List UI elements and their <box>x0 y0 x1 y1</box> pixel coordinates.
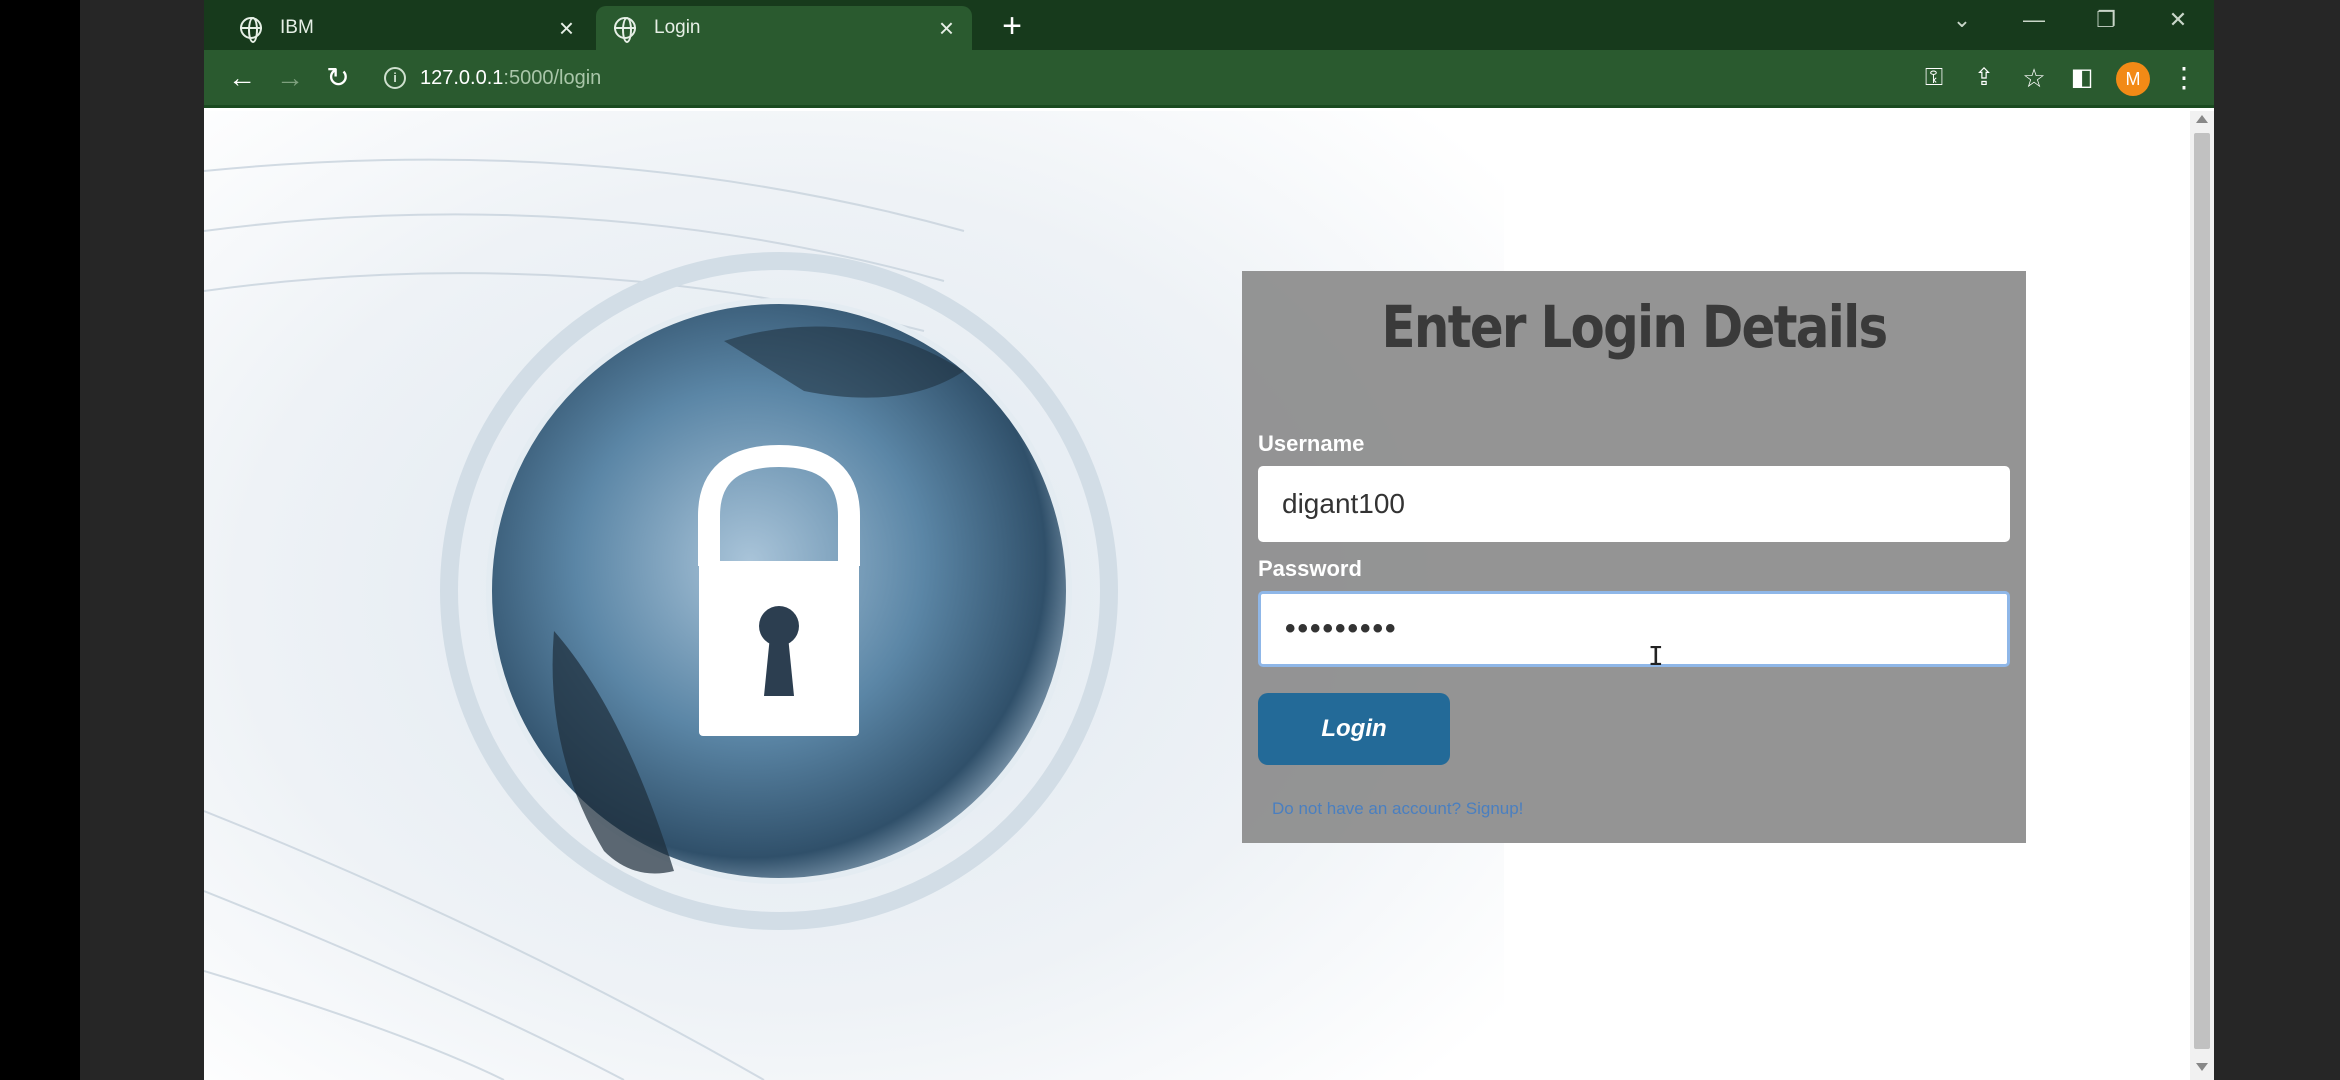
reload-icon[interactable]: ↻ <box>318 58 358 98</box>
username-label: Username <box>1258 431 1365 456</box>
scroll-down-arrow-icon[interactable] <box>2196 1063 2208 1071</box>
globe-icon <box>240 17 262 43</box>
browser-toolbar: ← → ↻ i 127.0.0.1 :5000/login ⚿ ⇪ ☆ ◧ M … <box>204 50 2214 108</box>
minimize-button[interactable]: — <box>2004 0 2064 44</box>
site-info-icon[interactable]: i <box>384 67 406 89</box>
password-label: Password <box>1258 556 1362 581</box>
login-card: Enter Login Details Username digant100 P… <box>1242 271 2026 843</box>
share-icon[interactable]: ⇪ <box>1964 58 2004 98</box>
password-input[interactable]: ••••••••• <box>1258 591 2010 667</box>
tab-login[interactable]: Login × <box>596 6 972 50</box>
address-bar[interactable]: i 127.0.0.1 :5000/login <box>384 58 601 98</box>
close-tab-icon[interactable]: × <box>559 15 574 41</box>
scroll-up-arrow-icon[interactable] <box>2196 115 2208 123</box>
login-page: Enter Login Details Username digant100 P… <box>204 111 2190 1080</box>
bookmark-star-icon[interactable]: ☆ <box>2014 58 2054 98</box>
text-cursor-icon: I <box>1648 642 1664 672</box>
globe-icon <box>614 17 636 43</box>
browser-window: IBM × Login × + ⌄ — ❐ ✕ ← → ↻ i 127.0.0.… <box>204 0 2214 1080</box>
tab-search-icon[interactable]: ⌄ <box>1932 0 1992 44</box>
tab-ibm[interactable]: IBM × <box>222 6 592 50</box>
screen-edge-left <box>0 0 80 1080</box>
vertical-scrollbar[interactable] <box>2190 111 2214 1080</box>
scrollbar-thumb[interactable] <box>2194 133 2210 1049</box>
username-value: digant100 <box>1282 488 1406 519</box>
tab-title: Login <box>654 17 701 38</box>
username-input[interactable]: digant100 <box>1258 466 2010 542</box>
url-host: 127.0.0.1 <box>420 66 504 89</box>
profile-avatar[interactable]: M <box>2116 62 2150 96</box>
forward-arrow-icon[interactable]: → <box>270 58 310 98</box>
signup-link[interactable]: Do not have an account? Signup! <box>1272 799 1523 819</box>
url-path: :5000/login <box>503 66 602 89</box>
close-tab-icon[interactable]: × <box>939 15 954 41</box>
login-title: Enter Login Details <box>1381 293 1889 361</box>
restore-button[interactable]: ❐ <box>2076 0 2136 44</box>
back-arrow-icon[interactable]: ← <box>222 58 262 98</box>
side-panel-icon[interactable]: ◧ <box>2062 58 2102 98</box>
desktop-gutter-left <box>80 0 204 1080</box>
tab-strip: IBM × Login × + ⌄ — ❐ ✕ <box>204 0 2214 50</box>
new-tab-button[interactable]: + <box>992 6 1032 46</box>
desktop-gutter-right <box>2214 0 2340 1080</box>
close-window-button[interactable]: ✕ <box>2148 0 2208 44</box>
tab-title: IBM <box>280 17 314 38</box>
key-icon[interactable]: ⚿ <box>1914 58 1954 98</box>
login-button[interactable]: Login <box>1258 693 1450 765</box>
password-value: ••••••••• <box>1285 612 1398 645</box>
menu-kebab-icon[interactable]: ⋮ <box>2164 58 2204 98</box>
